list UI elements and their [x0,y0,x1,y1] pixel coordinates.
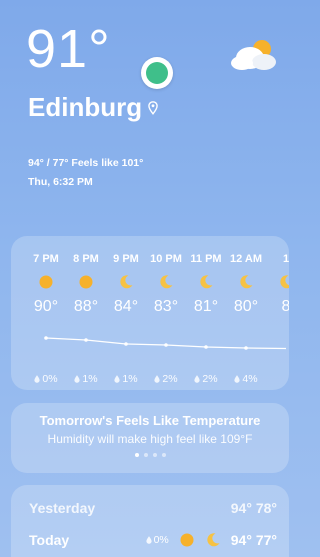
today-precipitation: 0% [145,534,169,546]
trend-point [124,342,128,346]
day-label: Yesterday [29,500,96,516]
city-name: Edinburg [28,92,143,122]
raindrop-icon [145,536,152,544]
hourly-forecast-card[interactable]: 7 PM 90° 0% 8 PM 88° 1% 9 PM 84° 1% 10 PM 83° 2% 11 … [11,236,289,390]
trend-point [164,343,168,347]
page-dot[interactable] [143,453,148,457]
daily-row-yesterday[interactable]: Yesterday 94° 78° [29,500,277,516]
city-name-row[interactable]: Edinburg [28,92,158,123]
sun-behind-cloud-icon [231,40,276,70]
trend-point [44,336,48,340]
today-precip-value: 0% [153,534,169,546]
carousel-page-indicator[interactable] [11,453,289,457]
daily-forecast-card[interactable]: Yesterday 94° 78° Today 0% 94° 77° [11,485,289,557]
day-label: Today [29,532,70,548]
current-datetime: Thu, 6:32 PM [28,176,93,188]
trend-point [84,338,88,342]
page-dot[interactable] [161,453,166,457]
location-pin-icon [148,100,158,115]
floating-action-button[interactable] [141,57,173,89]
trend-point [204,345,208,349]
trend-point [244,346,248,350]
tomorrow-card-subtitle: Humidity will make high feel like 109°F [47,432,253,446]
current-temperature: 91° [26,19,111,79]
temperature-trend-line [44,336,287,350]
daily-row-today[interactable]: Today 0% 94° 77° [29,532,277,548]
day-temps: 94° 78° [230,500,277,516]
tomorrow-card-title: Tomorrow's Feels Like Temperature [39,413,261,428]
page-dot[interactable] [152,453,157,457]
green-dot-icon [146,62,168,84]
page-dot-active[interactable] [134,453,139,457]
feels-like-summary: 94° / 77° Feels like 101° [28,157,144,169]
tomorrow-feels-like-card[interactable]: Tomorrow's Feels Like Temperature Humidi… [11,403,289,473]
moon-icon [207,533,220,547]
day-temps: 94° 77° [230,532,277,548]
sun-icon [180,533,194,547]
